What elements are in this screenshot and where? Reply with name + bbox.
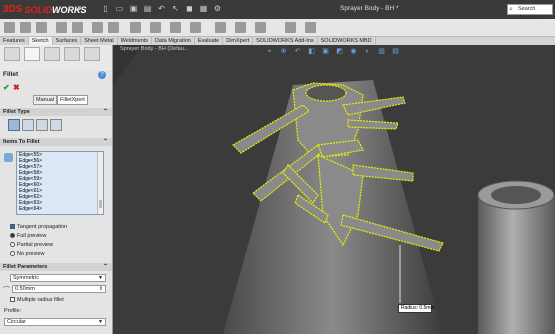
property-manager: Fillet ? ✔ ✖ Manual FilletXpert Fillet T…: [0, 71, 113, 334]
property-manager-title: Fillet: [3, 71, 19, 78]
section-view-icon[interactable]: ◧: [307, 47, 316, 56]
profile-select[interactable]: Circular ▼: [4, 318, 106, 326]
face-fillet-icon[interactable]: [36, 119, 48, 131]
radius-input[interactable]: 0.50mm ⇕: [12, 285, 106, 293]
feature-manager-tabs: [0, 45, 113, 71]
variable-size-fillet-icon[interactable]: [22, 119, 34, 131]
edge-list[interactable]: Edge<55> Edge<56> Edge<57> Edge<58> Edge…: [16, 151, 104, 215]
full-preview-radio[interactable]: Full preview: [10, 233, 46, 239]
check-icon[interactable]: ✔: [3, 83, 10, 92]
print-icon[interactable]: ▤: [142, 3, 153, 14]
new-document-icon[interactable]: ▯: [100, 3, 111, 14]
hide-show-icon[interactable]: ◉: [349, 47, 358, 56]
tangent-propagation-checkbox[interactable]: Tangent propagation: [10, 224, 67, 230]
profile-label: Profile:: [4, 308, 22, 314]
radio-icon: [10, 242, 15, 248]
rebuild-icon[interactable]: ◼: [184, 3, 195, 14]
scrollbar[interactable]: [97, 152, 103, 214]
checkbox-icon: [10, 224, 15, 230]
no-preview-radio[interactable]: No preview: [10, 251, 45, 257]
full-round-fillet-icon[interactable]: [50, 119, 62, 131]
document-title: Sprayer Body - BH *: [340, 5, 399, 12]
radius-icon: ⌒: [3, 287, 10, 294]
feature-tree-tab-icon[interactable]: [4, 47, 20, 61]
scrollbar-thumb[interactable]: [99, 200, 102, 208]
close-icon[interactable]: ✖: [13, 83, 20, 92]
constant-size-fillet-icon[interactable]: [8, 119, 20, 131]
multiple-radius-checkbox[interactable]: Multiple radius fillet: [10, 297, 64, 303]
edge-selection-icon: [4, 153, 13, 162]
display-manager-tab-icon[interactable]: [84, 47, 100, 61]
radio-icon: [10, 251, 15, 257]
property-manager-tab-icon[interactable]: [24, 47, 40, 61]
title-bar: 3DS SOLID WORKS ▶ ▯ ▭ ▣ ▤ ↶ ↖ ◼ ▦ ⚙ Spray…: [0, 0, 555, 21]
search-input[interactable]: ⌕ Search Comman: [507, 4, 553, 21]
items-to-fillet-section[interactable]: Items To Fillet ⌃: [0, 138, 112, 146]
edit-appearance-icon[interactable]: ◐: [363, 47, 372, 56]
save-icon[interactable]: ▣: [128, 3, 139, 14]
radius-callout[interactable]: Radius: 0.5mm: [398, 304, 435, 313]
list-item[interactable]: Edge<64>: [17, 206, 103, 212]
help-icon[interactable]: ?: [98, 71, 106, 79]
configuration-tab-icon[interactable]: [44, 47, 60, 61]
view-settings-icon[interactable]: ▤: [391, 47, 400, 56]
solidworks-logo[interactable]: 3DS SOLID WORKS: [3, 3, 86, 16]
radio-icon: [10, 233, 15, 239]
model-view: [113, 45, 555, 334]
checkbox-icon: [10, 297, 15, 303]
fillet-parameters-section[interactable]: Fillet Parameters ⌃: [0, 263, 112, 271]
tab-manual[interactable]: Manual: [33, 95, 58, 105]
fillet-type-section[interactable]: Fillet Type ⌃: [0, 108, 112, 116]
tab-filletxpert[interactable]: FilletXpert: [57, 95, 88, 105]
search-icon: ⌕: [509, 6, 513, 13]
feature-breadcrumb[interactable]: Sprayer Body - BH (Defau...: [120, 46, 188, 52]
file-properties-icon[interactable]: ▦: [198, 3, 209, 14]
open-icon[interactable]: ▭: [114, 3, 125, 14]
apply-scene-icon[interactable]: ▥: [377, 47, 386, 56]
fillet-method-select[interactable]: Symmetric ▼: [10, 274, 106, 282]
graphics-area[interactable]: [113, 45, 555, 334]
select-icon[interactable]: ↖: [170, 3, 181, 14]
display-style-icon[interactable]: ◩: [335, 47, 344, 56]
chevron-down-icon: ▼: [98, 275, 103, 281]
quick-access-toolbar: ▯ ▭ ▣ ▤ ↶ ↖ ◼ ▦ ⚙: [100, 3, 223, 16]
collapse-icon[interactable]: ⌃: [103, 108, 108, 116]
chevron-down-icon: ▼: [98, 319, 103, 325]
spin-arrows-icon[interactable]: ⇕: [99, 286, 103, 292]
collapse-icon[interactable]: ⌃: [103, 263, 108, 271]
options-icon[interactable]: ⚙: [212, 3, 223, 14]
collapse-icon[interactable]: ⌃: [103, 138, 108, 146]
zoom-area-icon[interactable]: ⊕: [279, 47, 288, 56]
heads-up-toolbar: ⌖ ⊕ ↶ ◧ ▣ ◩ ◉ ◐ ▥ ▤: [265, 47, 400, 56]
dimxpert-tab-icon[interactable]: [64, 47, 80, 61]
command-ribbon: [0, 19, 555, 36]
view-orientation-icon[interactable]: ▣: [321, 47, 330, 56]
previous-view-icon[interactable]: ↶: [293, 47, 302, 56]
ds-logo-icon: 3DS: [3, 4, 23, 15]
menu-expand-icon[interactable]: ▶: [78, 5, 83, 12]
undo-icon[interactable]: ↶: [156, 3, 167, 14]
partial-preview-radio[interactable]: Partial preview: [10, 242, 53, 248]
zoom-to-fit-icon[interactable]: ⌖: [265, 47, 274, 56]
